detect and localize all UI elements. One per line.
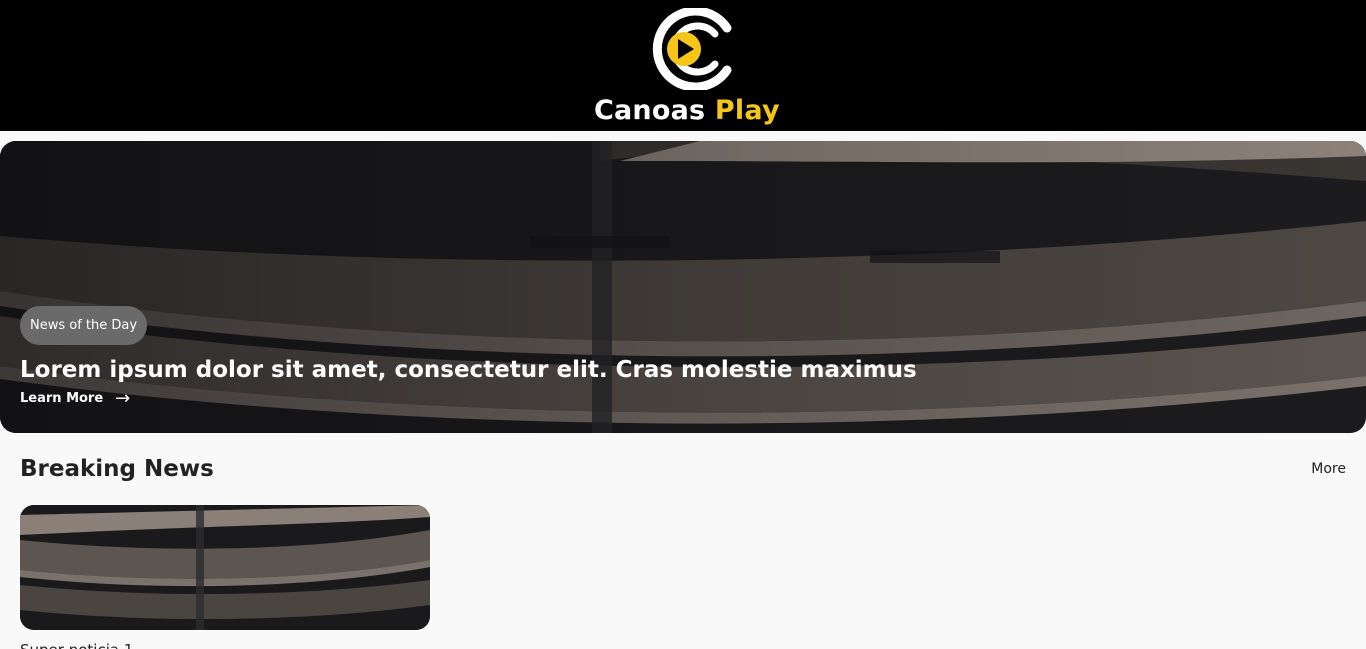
- news-card-image[interactable]: [20, 505, 430, 630]
- logo-text-canoas: Canoas: [594, 95, 706, 126]
- news-thumbnail: [20, 505, 430, 630]
- hero-overlay: [0, 141, 1366, 433]
- more-link[interactable]: More: [1311, 461, 1346, 477]
- logo-play-icon: [652, 8, 732, 90]
- site-header: Canoas Play: [0, 0, 1366, 131]
- hero-banner[interactable]: News of the Day Lorem ipsum dolor sit am…: [0, 141, 1366, 433]
- hero-headline[interactable]: Lorem ipsum dolor sit amet, consectetur …: [20, 357, 917, 383]
- learn-more-label: Learn More: [20, 391, 104, 406]
- arrow-right-icon: →: [115, 387, 131, 409]
- section-title: Breaking News: [20, 456, 214, 482]
- category-badge: News of the Day: [20, 306, 148, 345]
- learn-more-link[interactable]: Learn More →: [20, 387, 131, 409]
- news-card-title[interactable]: Super noticia 1: [20, 641, 133, 649]
- logo-wordmark: Canoas Play: [594, 95, 780, 126]
- site-logo[interactable]: Canoas Play: [594, 6, 780, 130]
- logo-text-play: Play: [714, 95, 780, 126]
